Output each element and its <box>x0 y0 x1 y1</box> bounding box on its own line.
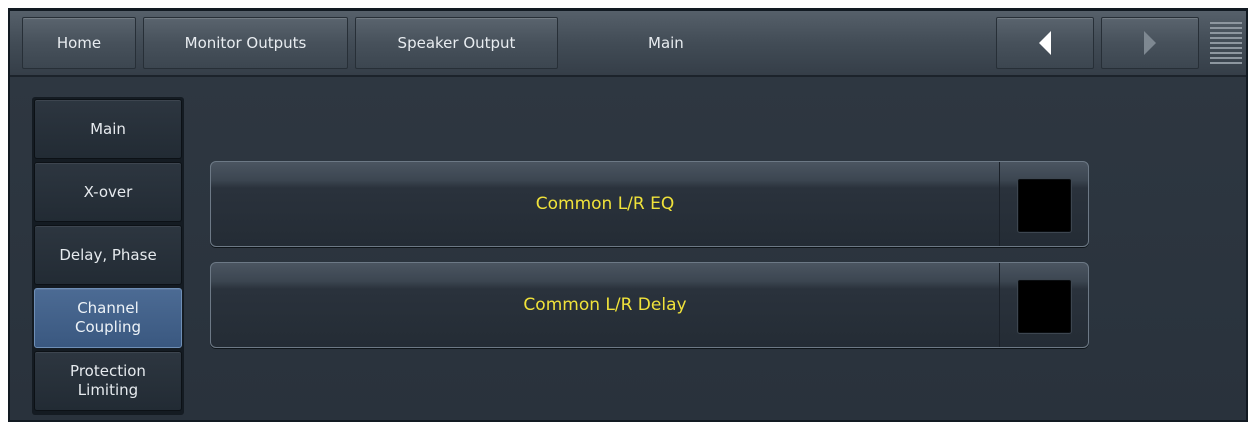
home-button[interactable]: Home <box>22 17 136 69</box>
sidebar-item-main[interactable]: Main <box>34 99 182 159</box>
content-panel: Main X-over Delay, Phase Channel Couplin… <box>10 77 1246 420</box>
monitor-outputs-button[interactable]: Monitor Outputs <box>143 17 348 69</box>
common-lr-eq-toggle[interactable] <box>1017 178 1072 233</box>
common-lr-eq-label: Common L/R EQ <box>535 194 675 214</box>
common-lr-delay-toggle[interactable] <box>1017 279 1072 334</box>
divider <box>999 263 1000 347</box>
top-nav-bar: Home Monitor Outputs Speaker Output Main <box>10 11 1246 77</box>
current-page-label: Main <box>648 34 684 52</box>
common-lr-eq-option[interactable]: Common L/R EQ <box>210 161 1089 247</box>
app-window: Home Monitor Outputs Speaker Output Main <box>8 8 1248 422</box>
menu-lines-icon[interactable] <box>1208 19 1244 69</box>
divider <box>999 162 1000 246</box>
sidebar-item-channel-coupling[interactable]: Channel Coupling <box>34 288 182 348</box>
sidebar-item-delay-phase[interactable]: Delay, Phase <box>34 225 182 285</box>
sidebar: Main X-over Delay, Phase Channel Couplin… <box>32 97 184 415</box>
common-lr-delay-option[interactable]: Common L/R Delay <box>210 262 1089 348</box>
sidebar-item-x-over[interactable]: X-over <box>34 162 182 222</box>
back-button[interactable] <box>996 17 1094 69</box>
speaker-output-button[interactable]: Speaker Output <box>355 17 558 69</box>
common-lr-delay-label: Common L/R Delay <box>523 295 687 315</box>
sidebar-item-protection-limiting[interactable]: Protection Limiting <box>34 351 182 411</box>
forward-button[interactable] <box>1101 17 1199 69</box>
triangle-left-icon <box>1038 30 1052 56</box>
triangle-right-icon <box>1143 30 1157 56</box>
